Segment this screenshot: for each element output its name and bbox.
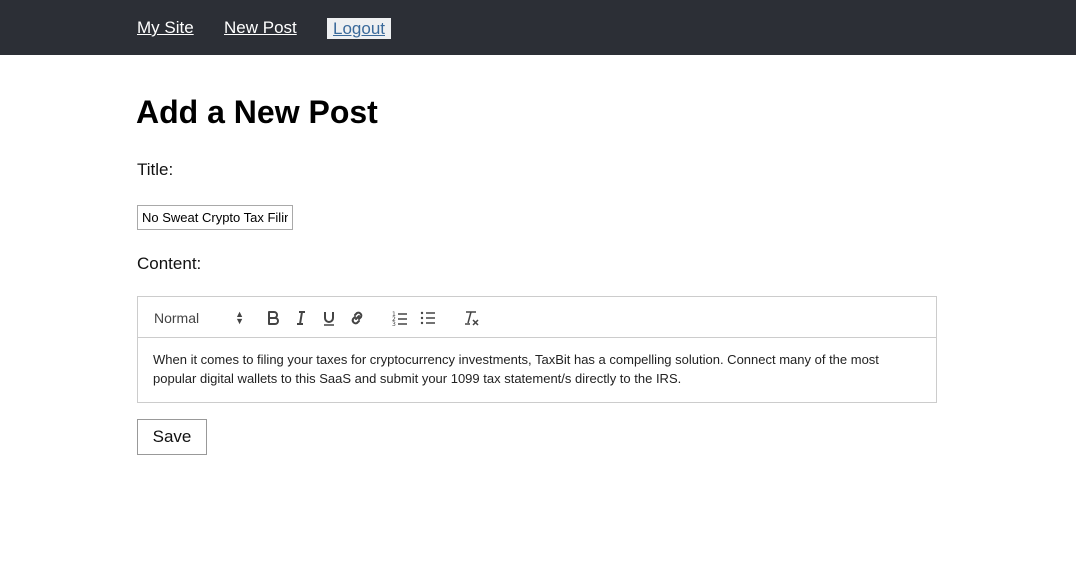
bullet-list-icon[interactable] <box>417 307 439 329</box>
nav-link-my-site[interactable]: My Site <box>137 18 194 38</box>
underline-icon[interactable] <box>318 307 340 329</box>
title-label: Title: <box>137 160 174 179</box>
rich-text-editor: Normal ▲ ▼ 123 When it comes to filing yo… <box>137 296 937 403</box>
top-navbar: My Site New Post Logout <box>0 0 1076 55</box>
title-input[interactable] <box>137 205 293 230</box>
save-button[interactable]: Save <box>137 419 207 455</box>
page-title: Add a New Post <box>136 94 378 130</box>
ordered-list-icon[interactable]: 123 <box>389 307 411 329</box>
clear-format-icon[interactable] <box>460 307 482 329</box>
chevron-updown-icon: ▲ ▼ <box>235 309 244 326</box>
link-icon[interactable] <box>346 307 368 329</box>
logout-button[interactable]: Logout <box>327 18 391 39</box>
bold-icon[interactable] <box>262 307 284 329</box>
italic-icon[interactable] <box>290 307 312 329</box>
editor-toolbar: Normal ▲ ▼ 123 <box>138 297 936 338</box>
nav-link-new-post[interactable]: New Post <box>224 18 297 38</box>
content-label: Content: <box>137 254 202 273</box>
svg-text:3: 3 <box>392 321 396 327</box>
header-format-value: Normal <box>154 310 200 326</box>
header-format-select[interactable]: Normal ▲ ▼ <box>154 308 244 328</box>
editor-content-area[interactable]: When it comes to filing your taxes for c… <box>138 338 936 402</box>
